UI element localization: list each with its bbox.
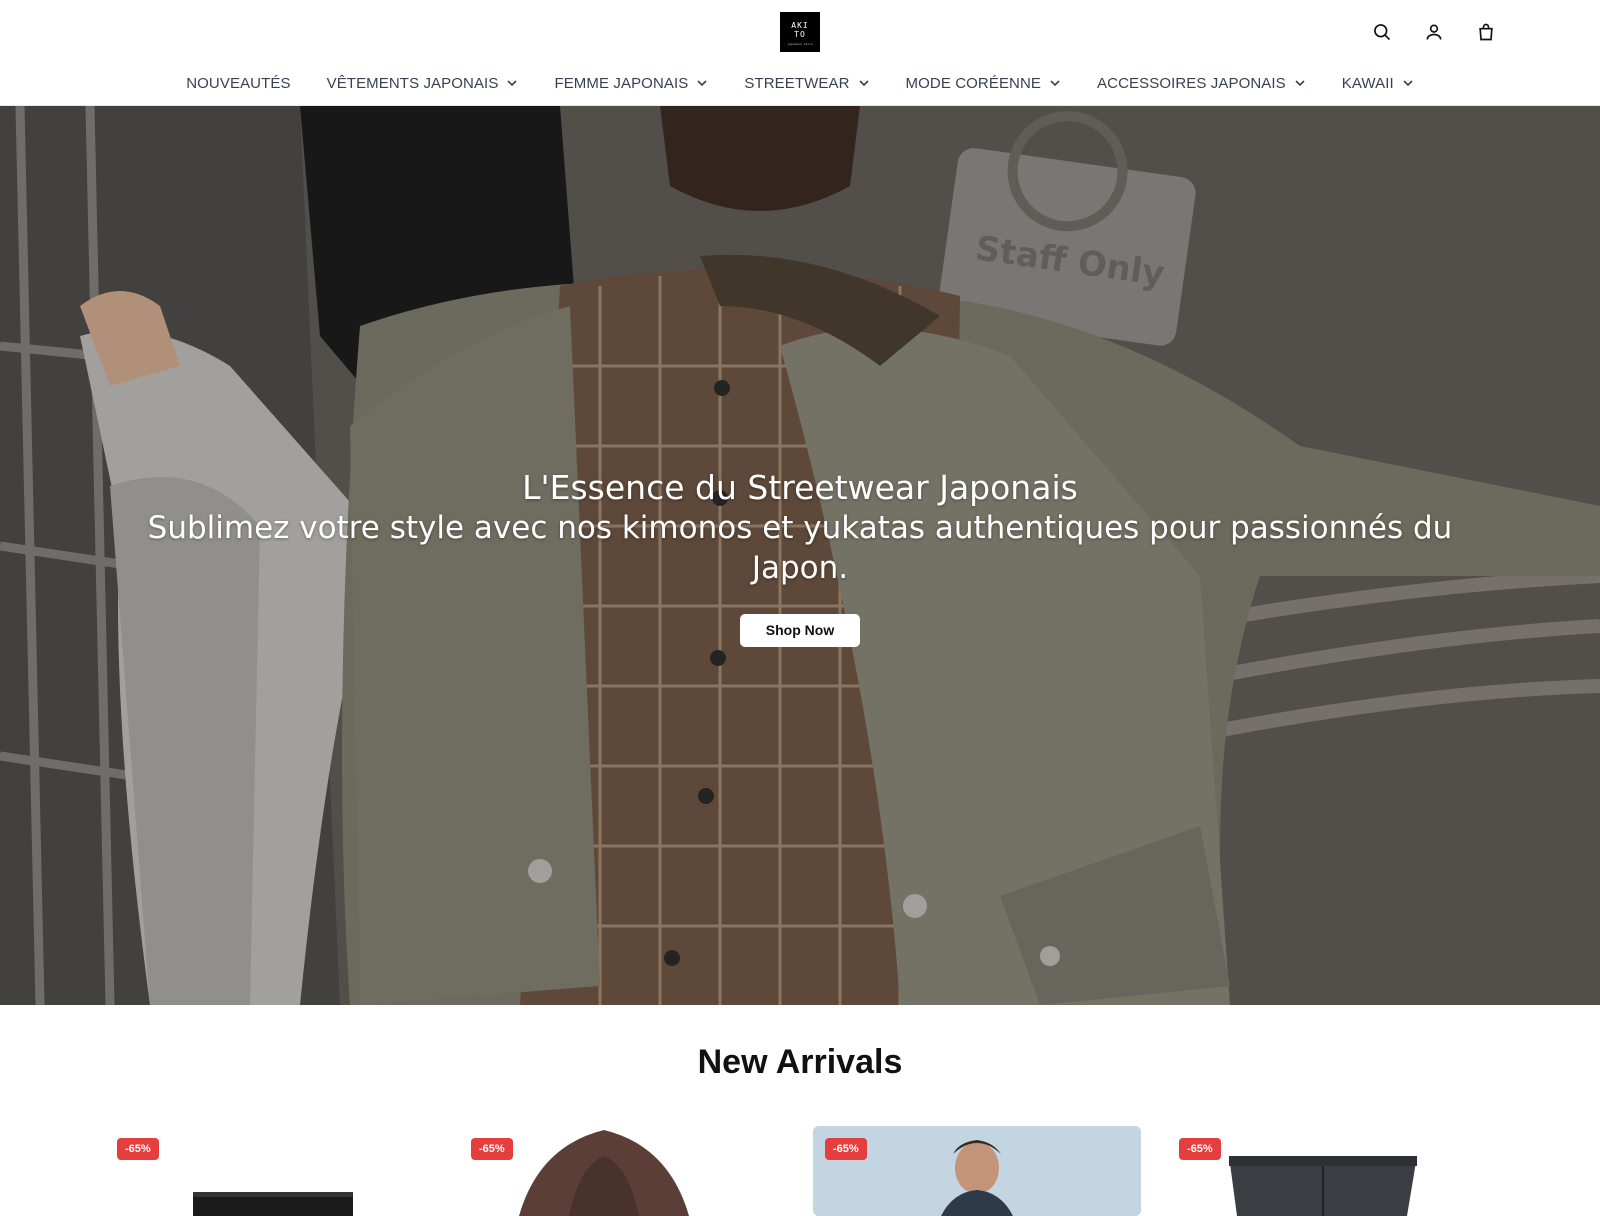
- main-navigation: NOUVEAUTÉS VÊTEMENTS JAPONAIS FEMME JAPO…: [0, 70, 1600, 96]
- new-arrivals-title: New Arrivals: [697, 1043, 903, 1081]
- search-icon[interactable]: [1370, 20, 1394, 44]
- logo-text-line2: TO: [794, 30, 806, 39]
- chevron-down-icon: [697, 80, 707, 87]
- hero-banner: Staff Only L'Essence du Streetwear Japon…: [0, 106, 1600, 1005]
- nav-item-label: ACCESSOIRES JAPONAIS: [1097, 74, 1286, 92]
- product-grid: -65% -65% -65% -65%: [105, 1126, 1500, 1216]
- chevron-down-icon: [1403, 80, 1413, 87]
- cart-icon[interactable]: [1474, 20, 1498, 44]
- logo-text-line1: AKI: [791, 21, 809, 30]
- nav-item-vetements-japonais[interactable]: VÊTEMENTS JAPONAIS: [327, 70, 519, 96]
- account-icon[interactable]: [1422, 20, 1446, 44]
- nav-item-label: MODE CORÉENNE: [905, 74, 1042, 92]
- product-card[interactable]: -65%: [459, 1126, 787, 1216]
- discount-badge: -65%: [1179, 1138, 1221, 1160]
- hero-title: L'Essence du Streetwear Japonais: [522, 468, 1078, 507]
- logo-subtext: japanese store: [787, 42, 813, 46]
- nav-item-label: FEMME JAPONAIS: [554, 74, 689, 92]
- product-card[interactable]: -65%: [813, 1126, 1141, 1216]
- nav-item-label: STREETWEAR: [744, 74, 850, 92]
- discount-badge: -65%: [117, 1138, 159, 1160]
- hero-subtitle: Sublimez votre style avec nos kimonos et…: [147, 510, 1453, 586]
- nav-item-femme-japonais[interactable]: FEMME JAPONAIS: [554, 70, 708, 96]
- chevron-down-icon: [1295, 80, 1305, 87]
- product-card[interactable]: -65%: [1167, 1126, 1495, 1216]
- site-header: AKI TO japanese store NOUVEAUTÉS VÊTEMEN…: [0, 0, 1600, 106]
- shop-now-button[interactable]: Shop Now: [740, 614, 860, 647]
- nav-item-label: VÊTEMENTS JAPONAIS: [326, 74, 499, 92]
- discount-badge: -65%: [471, 1138, 513, 1160]
- nav-item-accessoires-japonais[interactable]: ACCESSOIRES JAPONAIS: [1097, 70, 1306, 96]
- nav-item-nouveautes[interactable]: NOUVEAUTÉS: [186, 70, 290, 96]
- chevron-down-icon: [507, 80, 518, 87]
- header-actions: [1370, 20, 1498, 44]
- nav-item-kawaii[interactable]: KAWAII: [1342, 70, 1414, 96]
- nav-item-label: KAWAII: [1341, 74, 1394, 92]
- chevron-down-icon: [1050, 80, 1060, 87]
- product-card[interactable]: -65%: [105, 1126, 433, 1216]
- nav-item-mode-coreenne[interactable]: MODE CORÉENNE: [906, 70, 1061, 96]
- store-logo[interactable]: AKI TO japanese store: [780, 12, 820, 52]
- nav-item-label: NOUVEAUTÉS: [186, 74, 291, 92]
- chevron-down-icon: [858, 80, 869, 87]
- hero-content: L'Essence du Streetwear Japonais Sublime…: [100, 468, 1500, 647]
- discount-badge: -65%: [825, 1138, 867, 1160]
- nav-item-streetwear[interactable]: STREETWEAR: [744, 70, 869, 96]
